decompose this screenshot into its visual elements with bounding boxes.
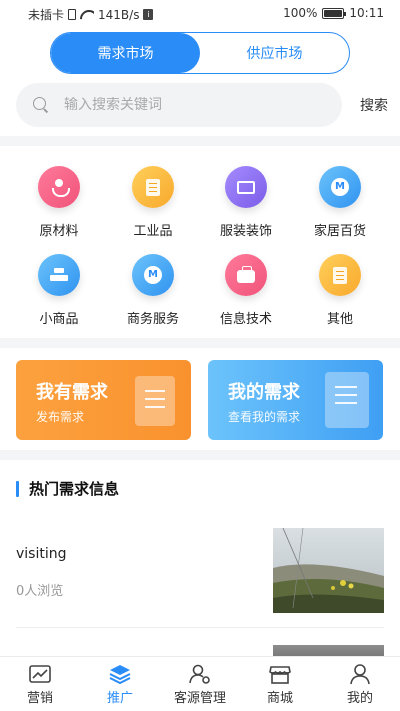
chart-icon xyxy=(29,665,51,683)
store-icon xyxy=(269,666,291,684)
m-bulb-icon: M xyxy=(319,166,361,208)
category-label: 家居百货 xyxy=(313,224,366,239)
item-views: 0人浏览 xyxy=(16,584,64,599)
status-bar: 未插卡 141B/s i 100% 10:11 xyxy=(0,0,400,28)
category-home-goods[interactable]: M 家居百货 xyxy=(294,166,386,239)
bottom-nav: 营销 推广 客源管理 商城 我的 xyxy=(0,656,400,711)
nav-label: 营销 xyxy=(26,691,53,706)
network-speed: 141B/s xyxy=(98,7,140,22)
edit-note-icon xyxy=(325,372,369,428)
category-small-goods[interactable]: 小商品 xyxy=(13,254,105,327)
nav-label: 客源管理 xyxy=(173,691,226,706)
nav-label: 商城 xyxy=(266,691,293,706)
nav-label: 我的 xyxy=(346,691,373,706)
divider xyxy=(16,627,384,628)
category-other[interactable]: 其他 xyxy=(294,254,386,327)
category-label: 其他 xyxy=(326,312,353,327)
person-icon xyxy=(350,664,370,685)
nav-mall[interactable]: 商城 xyxy=(240,657,320,711)
category-raw-materials[interactable]: 原材料 xyxy=(13,166,105,239)
tab-supply-market[interactable]: 供应市场 xyxy=(200,33,349,73)
layers-icon xyxy=(109,665,131,685)
nav-marketing[interactable]: 营销 xyxy=(0,657,80,711)
stack-bars-icon xyxy=(38,254,80,296)
hot-demand-section: 热门需求信息 visiting 0人浏览 xyxy=(0,460,400,656)
section-title: 热门需求信息 xyxy=(16,478,119,499)
tab-demand-market[interactable]: 需求市场 xyxy=(51,33,200,73)
section-title-text: 热门需求信息 xyxy=(29,480,120,498)
search-icon xyxy=(32,96,50,114)
battery-percent: 100% xyxy=(283,6,318,20)
title-accent-bar xyxy=(16,480,19,497)
category-label: 商务服务 xyxy=(126,312,179,327)
category-label: 原材料 xyxy=(39,224,79,239)
category-label: 信息技术 xyxy=(219,312,272,327)
category-industrial[interactable]: 工业品 xyxy=(107,166,199,239)
item-title: visiting xyxy=(16,546,67,562)
banner-subtitle: 发布需求 xyxy=(36,410,85,424)
battery-icon xyxy=(322,7,347,19)
item-thumbnail xyxy=(273,645,384,656)
category-it[interactable]: 信息技术 xyxy=(200,254,292,327)
trend-screen-icon xyxy=(225,166,267,208)
scroll-icon xyxy=(135,376,175,426)
briefcase-icon xyxy=(225,254,267,296)
document-list-icon xyxy=(132,166,174,208)
category-label: 工业品 xyxy=(133,224,173,239)
list-item[interactable]: visiting 0人浏览 xyxy=(0,520,400,630)
category-apparel[interactable]: 服装装饰 xyxy=(200,166,292,239)
sim-icon xyxy=(68,9,77,20)
my-demand-banner[interactable]: 我有需求 发布需求 xyxy=(16,360,191,440)
nav-label: 推广 xyxy=(106,691,133,706)
status-left: 未插卡 141B/s i xyxy=(28,6,154,23)
search-button[interactable]: 搜索 xyxy=(360,95,388,115)
category-label: 小商品 xyxy=(39,312,79,327)
banner-title: 我有需求 xyxy=(36,382,108,403)
nav-mine[interactable]: 我的 xyxy=(320,657,400,711)
document-list-icon xyxy=(319,254,361,296)
banner-row: 我有需求 发布需求 我的需求 查看我的需求 xyxy=(0,348,400,450)
battery-fill xyxy=(324,9,343,17)
category-business-services[interactable]: M 商务服务 xyxy=(107,254,199,327)
banner-subtitle: 查看我的需求 xyxy=(228,410,301,424)
search-input[interactable] xyxy=(64,97,314,113)
header: 需求市场 供应市场 搜索 xyxy=(0,28,400,136)
nav-promotion[interactable]: 推广 xyxy=(80,657,160,711)
notification-icon: i xyxy=(143,9,154,20)
search-bar xyxy=(16,83,342,127)
banner-title: 我的需求 xyxy=(228,382,300,403)
category-grid: 原材料 工业品 服装装饰 M 家居百货 小商品 M 商务服务 信息技术 其他 xyxy=(0,146,400,338)
clock: 10:11 xyxy=(349,6,384,20)
nav-customer-management[interactable]: 客源管理 xyxy=(160,657,240,711)
planet-hand-icon xyxy=(38,166,80,208)
m-bulb-icon: M xyxy=(132,254,174,296)
market-switch: 需求市场 供应市场 xyxy=(50,32,350,74)
carrier-text: 未插卡 xyxy=(28,8,65,22)
status-right: 100% 10:11 xyxy=(283,6,384,20)
wifi-icon xyxy=(80,10,94,20)
my-posted-banner[interactable]: 我的需求 查看我的需求 xyxy=(208,360,383,440)
category-label: 服装装饰 xyxy=(219,224,272,239)
user-gear-icon xyxy=(189,664,210,684)
item-thumbnail xyxy=(273,528,384,613)
